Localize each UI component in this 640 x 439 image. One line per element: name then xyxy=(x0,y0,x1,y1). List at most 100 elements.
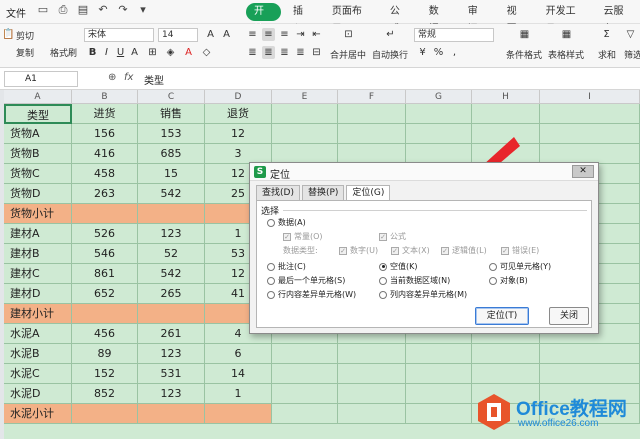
table-cell[interactable]: 261 xyxy=(138,324,205,344)
table-header-cell[interactable] xyxy=(472,104,540,124)
table-cell[interactable]: 水泥B xyxy=(4,344,72,364)
table-cell[interactable] xyxy=(406,344,472,364)
column-header[interactable]: G xyxy=(406,90,472,104)
outdent-icon[interactable]: ⇤ xyxy=(310,28,323,41)
column-header[interactable]: F xyxy=(338,90,406,104)
table-cell[interactable]: 456 xyxy=(72,324,138,344)
type-error[interactable]: ✓ 错误(E) xyxy=(501,245,539,256)
strike-icon[interactable]: A xyxy=(128,46,141,59)
option-formulas[interactable]: ✓ 公式 xyxy=(379,231,406,242)
table-cell[interactable]: 建材B xyxy=(4,244,72,264)
column-header[interactable]: B xyxy=(72,90,138,104)
copy-button[interactable]: 复制 xyxy=(16,46,34,59)
checkbox-icon[interactable]: ✓ xyxy=(379,232,387,241)
redo-icon[interactable]: ↷ xyxy=(116,3,130,17)
type-number[interactable]: ✓ 数字(U) xyxy=(339,245,378,256)
radio-icon[interactable] xyxy=(489,262,497,271)
table-cell[interactable] xyxy=(272,144,338,164)
table-style-button[interactable]: 表格样式 xyxy=(548,48,584,61)
type-logical[interactable]: ✓ 逻辑值(L) xyxy=(441,245,487,256)
table-header-cell[interactable] xyxy=(338,104,406,124)
tab-8[interactable]: 云服务 xyxy=(596,3,640,35)
fx-icon[interactable]: fx xyxy=(124,72,133,83)
table-cell[interactable] xyxy=(138,204,205,224)
close-button[interactable]: 关闭 xyxy=(549,307,589,325)
table-cell[interactable] xyxy=(338,144,406,164)
table-cell[interactable] xyxy=(540,144,640,164)
radio-icon[interactable] xyxy=(267,276,275,285)
table-cell[interactable]: 14 xyxy=(205,364,272,384)
table-cell[interactable]: 建材小计 xyxy=(4,304,72,324)
table-cell[interactable]: 458 xyxy=(72,164,138,184)
table-cell[interactable] xyxy=(272,404,338,424)
table-cell[interactable] xyxy=(72,204,138,224)
indent-icon[interactable]: ⇥ xyxy=(294,28,307,41)
table-cell[interactable]: 123 xyxy=(138,224,205,244)
table-cell[interactable] xyxy=(138,304,205,324)
table-cell[interactable]: 861 xyxy=(72,264,138,284)
decrease-font-icon[interactable]: A xyxy=(220,28,233,41)
table-style-icon[interactable]: ▦ xyxy=(560,28,573,41)
font-color-icon[interactable]: A xyxy=(182,46,195,59)
table-cell[interactable]: 123 xyxy=(138,344,205,364)
checkbox-icon[interactable]: ✓ xyxy=(283,232,291,241)
table-cell[interactable] xyxy=(406,124,472,144)
italic-icon[interactable]: I xyxy=(100,46,113,59)
table-cell[interactable] xyxy=(272,124,338,144)
table-cell[interactable] xyxy=(472,344,540,364)
table-cell[interactable] xyxy=(472,124,540,144)
table-cell[interactable] xyxy=(338,384,406,404)
table-cell[interactable] xyxy=(406,364,472,384)
table-cell[interactable]: 852 xyxy=(72,384,138,404)
undo-icon[interactable]: ↶ xyxy=(96,3,110,17)
column-header[interactable]: I xyxy=(540,90,640,104)
option-column-differences[interactable]: 列内容差异单元格(M) xyxy=(379,289,467,300)
table-cell[interactable] xyxy=(338,344,406,364)
option-visible-cells[interactable]: 可见单元格(Y) xyxy=(489,261,551,272)
radio-icon[interactable] xyxy=(267,262,275,271)
table-cell[interactable]: 货物D xyxy=(4,184,72,204)
close-icon[interactable]: ✕ xyxy=(572,165,594,178)
table-cell[interactable]: 水泥小计 xyxy=(4,404,72,424)
align-center-icon[interactable]: ≣ xyxy=(262,46,275,59)
font-name-select[interactable]: 宋体 xyxy=(84,28,154,42)
zoom-icon[interactable]: ⊕ xyxy=(108,72,116,83)
table-cell[interactable]: 153 xyxy=(138,124,205,144)
table-cell[interactable]: 货物小计 xyxy=(4,204,72,224)
radio-icon[interactable] xyxy=(489,276,497,285)
table-header-cell[interactable] xyxy=(540,104,640,124)
table-cell[interactable]: 652 xyxy=(72,284,138,304)
tab-2[interactable]: 页面布局 xyxy=(324,3,378,35)
table-header-cell[interactable] xyxy=(406,104,472,124)
table-cell[interactable]: 建材C xyxy=(4,264,72,284)
font-size-select[interactable]: 14 xyxy=(158,28,198,42)
table-cell[interactable]: 货物C xyxy=(4,164,72,184)
distribute-icon[interactable]: ⊟ xyxy=(310,46,323,59)
table-cell[interactable] xyxy=(338,364,406,384)
table-header-cell[interactable]: 销售 xyxy=(138,104,205,124)
column-header[interactable]: A xyxy=(4,90,72,104)
align-right-icon[interactable]: ≣ xyxy=(278,46,291,59)
justify-icon[interactable]: ≣ xyxy=(294,46,307,59)
fill-color-icon[interactable]: ◈ xyxy=(164,46,177,59)
table-cell[interactable] xyxy=(272,344,338,364)
dialog-tab-1[interactable]: 替换(P) xyxy=(301,185,345,200)
cond-format-icon[interactable]: ▦ xyxy=(518,28,531,41)
format-painter-button[interactable]: 格式刷 xyxy=(50,46,77,59)
table-header-cell[interactable]: 类型 xyxy=(4,104,72,124)
table-header-cell[interactable]: 退货 xyxy=(205,104,272,124)
checkbox-icon[interactable]: ✓ xyxy=(441,246,449,255)
checkbox-icon[interactable]: ✓ xyxy=(501,246,509,255)
radio-icon[interactable] xyxy=(267,218,275,227)
table-cell[interactable] xyxy=(472,144,540,164)
tab-7[interactable]: 开发工具 xyxy=(538,3,592,35)
option-objects[interactable]: 对象(B) xyxy=(489,275,528,286)
table-cell[interactable] xyxy=(406,144,472,164)
table-cell[interactable]: 265 xyxy=(138,284,205,304)
align-left-icon[interactable]: ≣ xyxy=(246,46,259,59)
table-cell[interactable]: 1 xyxy=(205,384,272,404)
table-cell[interactable] xyxy=(205,404,272,424)
option-current-region[interactable]: 当前数据区域(N) xyxy=(379,275,450,286)
currency-icon[interactable]: ¥ xyxy=(416,46,429,59)
name-box[interactable]: A1 xyxy=(4,71,78,87)
